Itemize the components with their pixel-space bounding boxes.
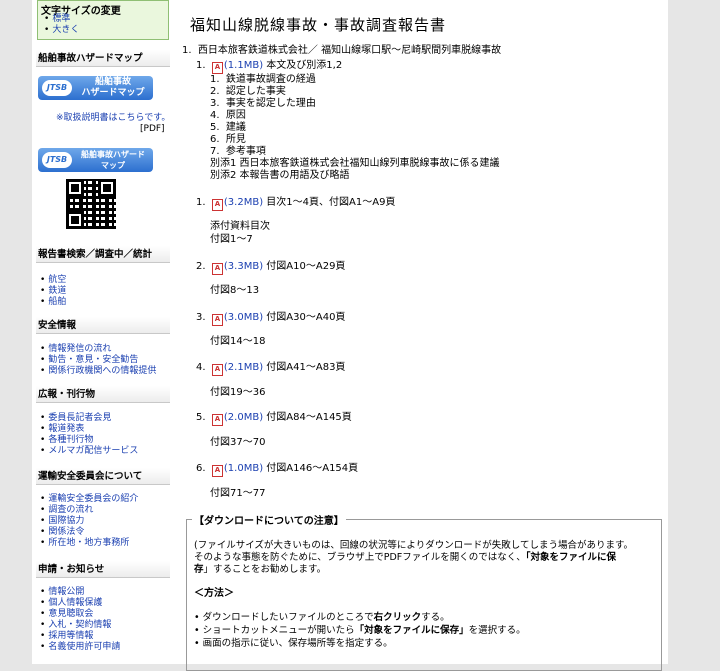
file-item: 5. A (2.0MB) 付図A84～A145頁 [196,412,352,426]
toc-item: 6. 所見 [210,134,246,145]
pdf-icon: A [211,465,223,477]
pdf-link[interactable]: (3.3MB) [224,261,263,272]
sidebar-link[interactable]: 各種刊行物 [40,435,93,446]
font-size-standard-link[interactable]: 標準 [44,14,70,25]
file-note: 付図8～13 [210,285,260,296]
sidebar-link[interactable]: 名義使用許可申請 [40,642,120,653]
banner-text: 船舶事故 ハザードマップ [81,77,145,98]
pdf-link[interactable]: (3.2MB) [224,197,263,208]
sidebar-link-marine[interactable]: 船舶 [40,297,66,308]
sidebar-link[interactable]: 国際協力 [40,516,84,527]
annex-2: 別添2 本報告書の用語及び略語 [210,170,350,181]
sidebar-link[interactable]: 情報発信の流れ [40,344,111,355]
pdf-icon: A [211,364,223,376]
section-heading: 運輸安全委員会について [36,468,170,485]
pdf-icon: A [211,314,223,326]
sidebar-link[interactable]: 運輸安全委員会の紹介 [40,494,138,505]
toc-item: 1. 鉄道事故調査の経過 [210,74,316,85]
section-heading: 安全情報 [36,317,170,334]
download-step: ダウンロードしたいファイルのところで右クリックする。 [194,612,450,624]
pdf-link[interactable]: (1.0MB) [224,463,263,474]
ship-hazard-heading: 船舶事故ハザードマップ [36,50,170,67]
jtsb-logo: JTSB [42,152,72,168]
sidebar-link[interactable]: 調査の流れ [40,505,93,516]
file-item: 3. A (3.0MB) 付図A30～A40頁 [196,312,345,326]
sidebar-link[interactable]: 関係法令 [40,527,84,538]
download-method-heading: ＜方法＞ [194,588,234,599]
pdf-link[interactable]: (1.1MB) [224,60,263,71]
pdf-icon: A [211,414,223,426]
file-note: 付図1～7 [210,234,253,245]
section-heading: 申請・お知らせ [36,561,170,578]
file-item: 4. A (2.1MB) 付図A41～A83頁 [196,362,345,376]
sidebar-link-railway[interactable]: 鉄道 [40,286,66,297]
banner-text: 船舶事故ハザードマップ モバイル >>> [81,150,145,181]
jtsb-logo: JTSB [42,80,72,96]
qr-code-icon [66,179,116,229]
download-notice-title: 【ダウンロードについての注意】 [192,512,346,527]
sidebar-link[interactable]: 勧告・意見・安全勧告 [40,355,138,366]
download-step: ショートカットメニューが開いたら「対象をファイルに保存」を選択する。 [194,625,526,637]
page-title: 福知山線脱線事故・事故調査報告書 [190,16,447,34]
file-note: 付図19～36 [210,387,266,398]
manual-pdf-label: [PDF] [140,124,165,134]
ship-hazard-mobile-banner[interactable]: JTSB 船舶事故ハザードマップ モバイル >>> [38,148,153,181]
pdf-link[interactable]: (3.0MB) [224,312,263,323]
pdf-link[interactable]: (2.1MB) [224,362,263,373]
file-item: 1. A (3.2MB) 目次1～4頁、付図A1～A9頁 [196,197,395,211]
toc-item: 3. 事実を認定した理由 [210,98,316,109]
font-size-box: 文字サイズの変更 標準 大きく [37,0,169,40]
file-note: 添付資料目次 [210,221,270,232]
sidebar-link[interactable]: 入札・契約情報 [40,620,111,631]
sidebar-link[interactable]: 委員長記者会見 [40,413,111,424]
file-item: 6. A (1.0MB) 付図A146～A154頁 [196,463,358,477]
toc-item: 5. 建議 [210,122,246,133]
pdf-icon: A [211,62,223,74]
download-notice-text: (ファイルサイズが大きいものは、回線の状況等によりダウンロードが失敗してしまう場… [194,540,633,551]
toc-item: 7. 参考事項 [210,146,266,157]
sidebar-link[interactable]: 個人情報保護 [40,598,102,609]
sidebar-link[interactable]: 関係行政機関への情報提供 [40,366,156,377]
file-note: 付図37～70 [210,437,266,448]
download-notice-text: 存」することをお勧めします。 [194,564,327,575]
sidebar-link[interactable]: 報道発表 [40,424,84,435]
font-size-large-link[interactable]: 大きく [44,25,79,36]
file-item: 2. A (3.3MB) 付図A10～A29頁 [196,261,345,275]
toc-item: 4. 原因 [210,110,246,121]
pdf-link[interactable]: (2.0MB) [224,412,263,423]
toc-item: 2. 認定した事実 [210,86,286,97]
ship-hazard-map-banner[interactable]: JTSB 船舶事故 ハザードマップ [38,76,153,100]
sidebar-link[interactable]: 所在地・地方事務所 [40,538,129,549]
file-note: 付図71～77 [210,488,266,499]
download-step: 画面の指示に従い、保存場所等を指定する。 [194,638,393,650]
sidebar-link[interactable]: 意見聴取会 [40,609,93,620]
sidebar-link-aviation[interactable]: 航空 [40,275,66,286]
section-heading: 報告書検索／調査中／統計 [36,246,170,263]
sidebar-link[interactable]: 情報公開 [40,587,84,598]
download-notice-text: そのような事態を防ぐために、ブラウザ上でPDFファイルを開くのではなく、「対象を… [194,552,616,563]
file-note: 付図14～18 [210,336,266,347]
section-heading: 広報・刊行物 [36,386,170,403]
item-1: 1. 西日本旅客鉄道株式会社／ 福知山線塚口駅～尼崎駅間列車脱線事故 [182,45,502,56]
pdf-icon: A [211,263,223,275]
pdf-icon: A [211,199,223,211]
annex-1: 別添1 西日本旅客鉄道株式会社福知山線列車脱線事故に係る建議 [210,158,500,169]
sidebar-link[interactable]: 採用等情報 [40,631,93,642]
sub-item-1: 1. A (1.1MB) 本文及び別添1,2 [196,60,342,74]
sidebar-link[interactable]: メルマガ配信サービス [40,446,138,457]
